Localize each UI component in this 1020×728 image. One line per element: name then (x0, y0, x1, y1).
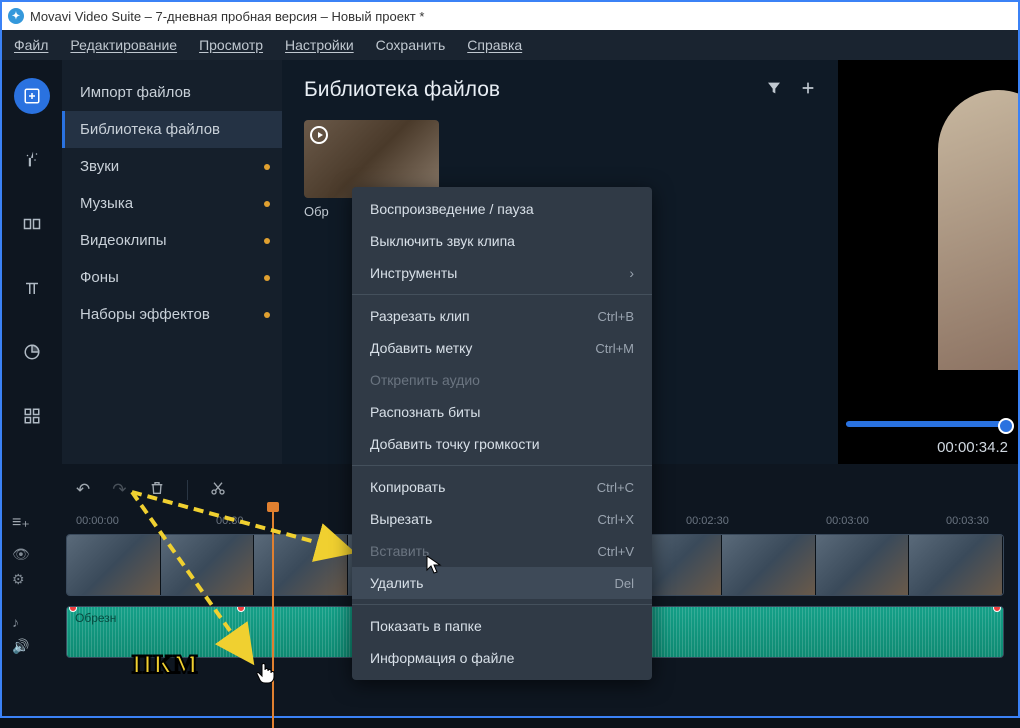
tool-filters-icon[interactable] (14, 142, 50, 178)
tool-strip (2, 60, 62, 464)
ctx-mute-clip[interactable]: Выключить звук клипа (352, 225, 652, 257)
tool-stickers-icon[interactable] (14, 334, 50, 370)
delete-icon[interactable] (149, 479, 165, 502)
annotation-label: ПКМ (132, 650, 199, 680)
playhead[interactable] (272, 508, 274, 728)
window-title: Movavi Video Suite – 7-дневная пробная в… (30, 9, 424, 24)
ctx-copy[interactable]: КопироватьCtrl+C (352, 471, 652, 503)
ruler-tick: 00:03:30 (946, 515, 989, 527)
tool-more-icon[interactable] (14, 398, 50, 434)
sidebar-item-library[interactable]: Библиотека файлов (62, 111, 282, 148)
tool-import-icon[interactable] (14, 78, 50, 114)
ctx-paste: ВставитьCtrl+V (352, 535, 652, 567)
cut-icon[interactable] (210, 480, 226, 501)
track-mute-icon[interactable]: 🔊 (12, 638, 29, 655)
ctx-split[interactable]: Разрезать клипCtrl+B (352, 300, 652, 332)
add-icon[interactable] (800, 80, 816, 101)
menubar: Файл Редактирование Просмотр Настройки С… (2, 30, 1018, 60)
ruler-tick: 00:03:00 (826, 515, 869, 527)
preview-panel: 00:00:34.2 (838, 60, 1018, 464)
track-link-icon[interactable]: ♪ (12, 614, 29, 630)
menu-edit[interactable]: Редактирование (70, 37, 177, 53)
sidebar-item-backgrounds[interactable]: Фоны (62, 259, 282, 296)
filter-icon[interactable] (766, 80, 782, 101)
cursor-hand-icon (256, 662, 276, 687)
sidebar-item-effects[interactable]: Наборы эффектов (62, 296, 282, 333)
ctx-file-info[interactable]: Информация о файле (352, 642, 652, 674)
side-panel: Импорт файлов Библиотека файлов Звуки Му… (62, 60, 282, 464)
sidebar-item-import[interactable]: Импорт файлов (62, 74, 282, 111)
tool-titles-icon[interactable] (14, 270, 50, 306)
context-menu: Воспроизведение / пауза Выключить звук к… (352, 187, 652, 680)
ruler-tick: 00:30 (216, 515, 244, 527)
sidebar-item-sounds[interactable]: Звуки (62, 148, 282, 185)
titlebar: ✦ Movavi Video Suite – 7-дневная пробная… (2, 2, 1018, 30)
app-logo-icon: ✦ (8, 8, 24, 24)
menu-view[interactable]: Просмотр (199, 37, 263, 53)
sidebar-item-videoclips[interactable]: Видеоклипы (62, 222, 282, 259)
menu-help[interactable]: Справка (467, 37, 522, 53)
menu-file[interactable]: Файл (14, 37, 48, 53)
ctx-tools[interactable]: Инструменты› (352, 257, 652, 289)
ctx-play-pause[interactable]: Воспроизведение / пауза (352, 193, 652, 225)
add-track-icon[interactable]: ≡₊ (12, 512, 30, 532)
ctx-beats[interactable]: Распознать биты (352, 396, 652, 428)
library-title: Библиотека файлов (304, 78, 500, 102)
ctx-show-folder[interactable]: Показать в папке (352, 610, 652, 642)
preview-timestamp: 00:00:34.2 (937, 439, 1008, 456)
ctx-cut[interactable]: ВырезатьCtrl+X (352, 503, 652, 535)
play-overlay-icon[interactable] (310, 126, 328, 144)
chevron-right-icon: › (629, 265, 634, 281)
audio-clip-label: Обрезн (75, 611, 116, 625)
menu-save[interactable]: Сохранить (376, 37, 446, 53)
ctx-delete[interactable]: УдалитьDel (352, 567, 652, 599)
cursor-pointer-icon (426, 555, 442, 578)
track-settings-icon[interactable]: ⚙ (12, 571, 30, 588)
track-visibility-icon[interactable]: 👁 (12, 546, 30, 563)
ruler-tick: 00:02:30 (686, 515, 729, 527)
preview-frame (938, 90, 1018, 370)
tool-transitions-icon[interactable] (14, 206, 50, 242)
preview-seek-slider[interactable] (846, 422, 1010, 426)
ctx-marker[interactable]: Добавить меткуCtrl+M (352, 332, 652, 364)
menu-settings[interactable]: Настройки (285, 37, 354, 53)
sidebar-item-music[interactable]: Музыка (62, 185, 282, 222)
ctx-detach-audio: Открепить аудио (352, 364, 652, 396)
redo-icon[interactable]: ↷ (112, 480, 126, 500)
ctx-volume-point[interactable]: Добавить точку громкости (352, 428, 652, 460)
ruler-tick: 00:00:00 (76, 515, 119, 527)
undo-icon[interactable]: ↶ (76, 480, 90, 500)
